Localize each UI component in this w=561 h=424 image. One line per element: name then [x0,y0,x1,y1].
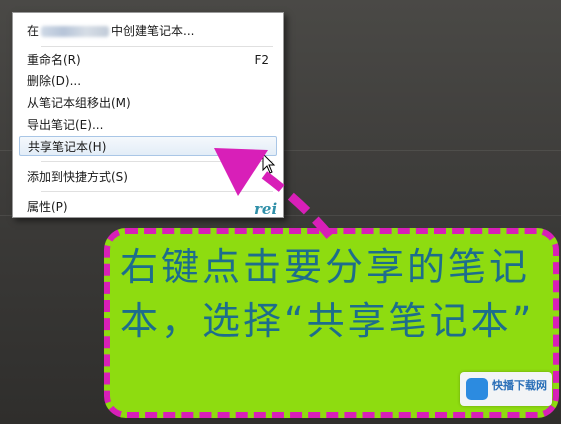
site-logo: 快播下载网 [460,372,552,406]
pointer-arrow-icon [214,148,334,239]
logo-mark-icon [466,378,488,400]
logo-name: 快播下载网 [492,379,547,392]
